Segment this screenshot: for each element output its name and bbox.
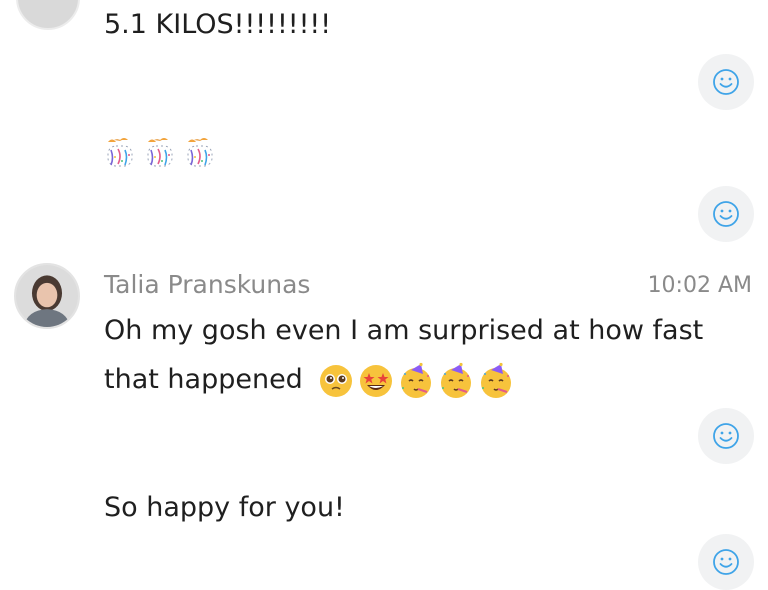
add-reaction-button[interactable] <box>698 408 754 464</box>
user-photo <box>16 265 78 327</box>
partying-face-icon <box>481 362 512 398</box>
message-text: Oh my gosh even I am surprised at how fa… <box>104 315 704 346</box>
emoji-group <box>317 362 515 400</box>
sender-name[interactable]: Talia Pranskunas <box>104 270 310 299</box>
add-reaction-button[interactable] <box>698 534 754 590</box>
party-popper-icon <box>107 138 133 167</box>
message-text-line2: that happened <box>104 355 515 405</box>
add-reaction-button[interactable] <box>698 54 754 110</box>
message-text: So happy for you! <box>104 492 345 523</box>
message-text: that happened <box>104 364 303 395</box>
smiley-icon <box>713 423 739 449</box>
party-popper-icon <box>187 138 213 167</box>
avatar[interactable] <box>16 0 80 30</box>
smiley-icon <box>713 201 739 227</box>
smiley-icon <box>713 549 739 575</box>
party-popper-icon <box>147 138 173 167</box>
emoji-message <box>102 136 218 172</box>
avatar[interactable] <box>14 263 80 329</box>
partying-face-icon <box>441 362 472 398</box>
message-text: 5.1 KILOS!!!!!!!!! <box>104 9 332 40</box>
add-reaction-button[interactable] <box>698 186 754 242</box>
partying-face-icon <box>401 362 432 398</box>
timestamp: 10:02 AM <box>647 273 752 298</box>
pleading-face-icon <box>320 364 353 397</box>
smiley-icon <box>713 69 739 95</box>
star-struck-face-icon <box>360 364 393 397</box>
